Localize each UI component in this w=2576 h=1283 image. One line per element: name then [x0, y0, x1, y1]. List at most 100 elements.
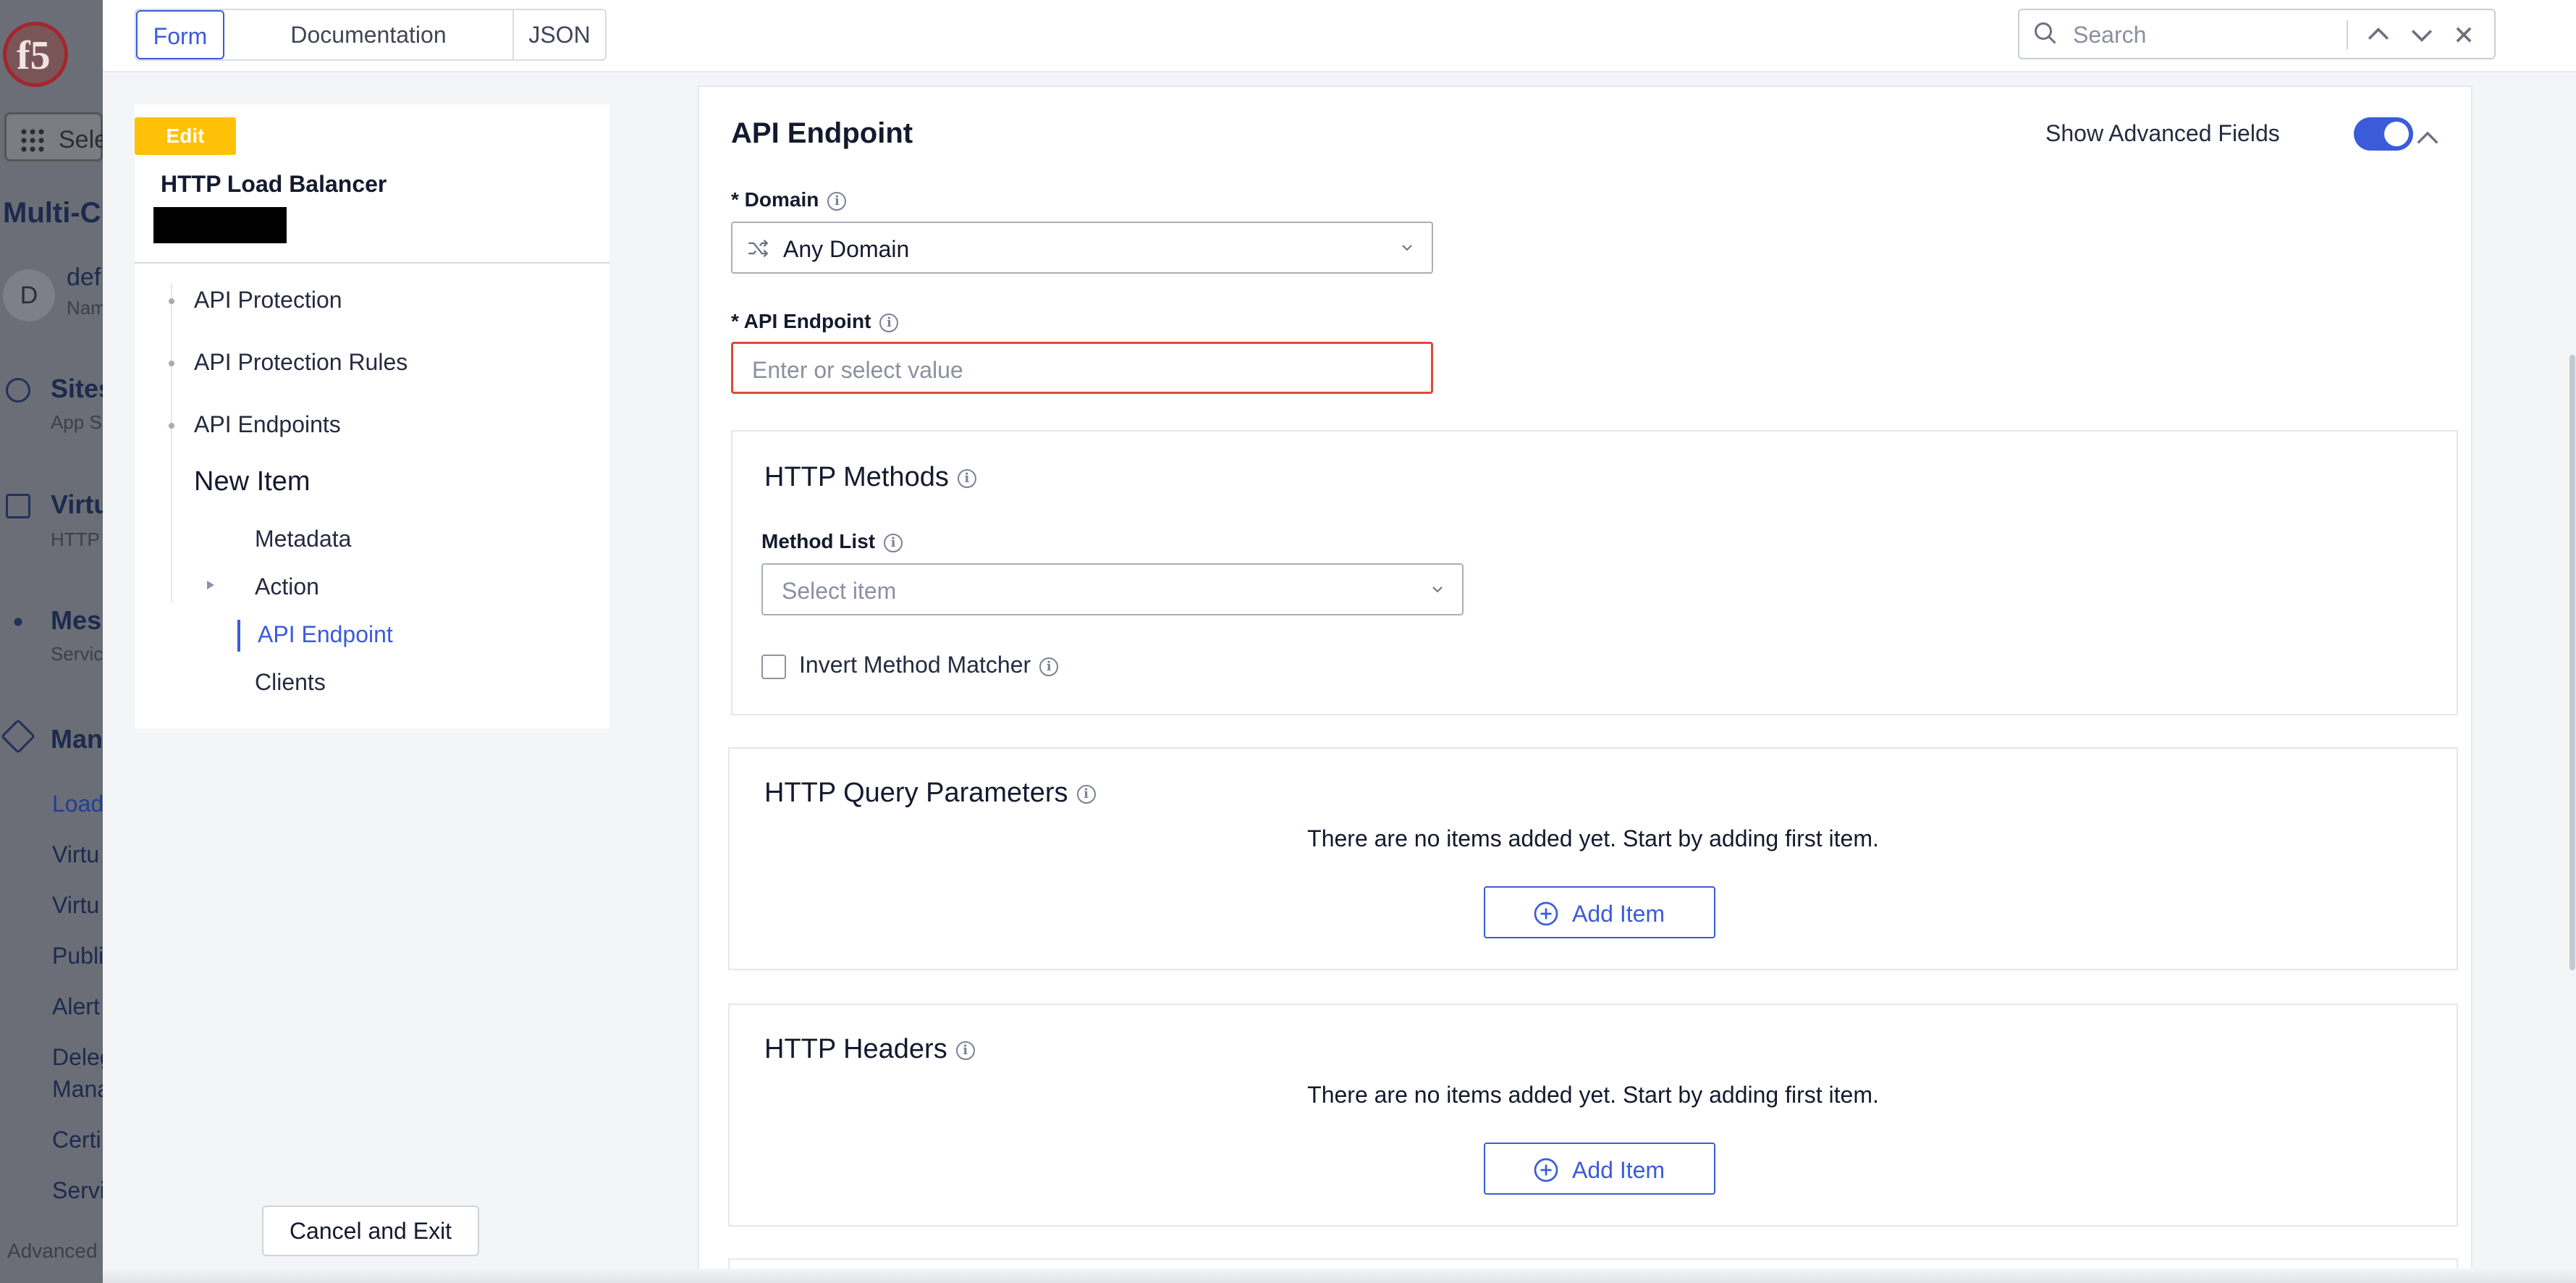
f5-logo: f5: [3, 22, 68, 87]
method-list-label: Method List i: [761, 530, 903, 553]
bg-menu-item: Servi: [52, 1177, 103, 1203]
add-item-label: Add Item: [1572, 901, 1665, 927]
bg-advanced: Advanced: [7, 1240, 98, 1262]
invert-method-checkbox[interactable]: [761, 655, 786, 679]
nav-item-api-endpoints[interactable]: API Endpoints: [194, 411, 341, 438]
query-params-title-text: HTTP Query Parameters: [764, 778, 1068, 808]
grid-icon: [20, 127, 46, 153]
domain-label: * Domain i: [731, 188, 847, 211]
api-endpoint-label: * API Endpoint i: [731, 310, 899, 333]
nav-item-api-protection-rules[interactable]: API Protection Rules: [194, 349, 407, 376]
tab-form[interactable]: Form: [136, 10, 224, 59]
invert-method-label: Invert Method Matcher i: [799, 652, 1059, 678]
nav-subitem-clients[interactable]: Clients: [255, 669, 326, 696]
panel-topbar: Form Documentation JSON Search: [103, 0, 2576, 72]
chevron-down-icon[interactable]: [2406, 19, 2438, 51]
bg-menu-item: Mana: [52, 1076, 103, 1102]
tab-json[interactable]: JSON: [514, 10, 605, 59]
namespace-avatar: D: [3, 269, 55, 321]
nav-item-api-protection[interactable]: API Protection: [194, 287, 342, 314]
nav-subitem-action[interactable]: Action: [255, 573, 319, 600]
scrollbar[interactable]: [2569, 355, 2575, 970]
nav-sites: Sites: [51, 374, 103, 403]
close-icon[interactable]: [2448, 19, 2480, 51]
info-icon[interactable]: i: [1076, 784, 1096, 804]
nav-item-new-item[interactable]: New Item: [194, 466, 310, 497]
api-endpoint-placeholder: Enter or select value: [752, 357, 963, 383]
advanced-fields-label: Show Advanced Fields: [2045, 120, 2280, 146]
info-icon[interactable]: i: [879, 313, 899, 332]
nav-dot: [169, 423, 174, 429]
background-app-sidebar: f5 Sele Multi-C D def Nam Sites App S Vi…: [0, 0, 103, 1283]
expand-arrow-icon: [207, 581, 214, 589]
nav-manage: Man: [51, 724, 103, 754]
tab-documentation[interactable]: Documentation: [224, 10, 514, 59]
plus-circle-icon: [1534, 901, 1558, 926]
api-endpoint-label-text: * API Endpoint: [731, 310, 871, 332]
bg-menu-item: Alert: [52, 993, 100, 1019]
api-endpoint-section: API Endpoint Show Advanced Fields * Doma…: [698, 85, 2472, 1283]
domain-value: Any Domain: [783, 236, 910, 262]
api-endpoint-input[interactable]: Enter or select value: [731, 342, 1433, 394]
chevron-up-icon[interactable]: [2413, 126, 2442, 148]
add-item-label: Add Item: [1572, 1157, 1665, 1183]
form-navigation: Edit HTTP Load Balancer API Protection A…: [135, 104, 609, 728]
mesh-icon: [6, 610, 30, 634]
advanced-fields-toggle[interactable]: [2354, 117, 2413, 151]
http-methods-title: HTTP Methods i: [764, 462, 976, 493]
app-title: Multi-C: [3, 197, 101, 229]
toggle-knob: [2384, 122, 2409, 146]
query-params-title: HTTP Query Parameters i: [764, 778, 1096, 809]
search-input[interactable]: Search: [2073, 22, 2146, 49]
headers-title: HTTP Headers i: [764, 1034, 975, 1065]
invert-method-label-text: Invert Method Matcher: [799, 652, 1031, 678]
nav-mesh-sub: Servic: [51, 643, 103, 665]
namespace-sub: Nam: [67, 297, 103, 319]
headers-empty-text: There are no items added yet. Start by a…: [1307, 1082, 1879, 1108]
add-query-param-button[interactable]: Add Item: [1484, 886, 1715, 938]
search-icon: [2035, 22, 2056, 44]
nav-dot: [169, 298, 174, 304]
info-icon[interactable]: i: [1039, 657, 1059, 676]
bg-menu-item: Certi: [52, 1127, 101, 1153]
nav-tree-line: [171, 284, 172, 602]
shuffle-icon: [748, 239, 769, 258]
nav-dot: [169, 361, 174, 366]
redacted-name: [153, 207, 287, 243]
search-divider: [2347, 20, 2348, 49]
chevron-down-icon: [1432, 586, 1443, 593]
info-icon[interactable]: i: [827, 191, 847, 211]
add-header-button[interactable]: Add Item: [1484, 1143, 1715, 1195]
plus-circle-icon: [1534, 1158, 1558, 1182]
info-icon[interactable]: i: [957, 468, 976, 488]
bg-menu-item: Load: [52, 791, 103, 817]
bg-menu-item: Publi: [52, 943, 103, 969]
nav-virtual-sub: HTTP: [51, 529, 100, 550]
cancel-and-exit-button[interactable]: Cancel and Exit: [262, 1206, 479, 1256]
edit-panel: Form Documentation JSON Search Edit HTTP…: [103, 0, 2576, 1283]
method-list-placeholder: Select item: [782, 578, 897, 604]
chevron-down-icon: [1402, 245, 1412, 251]
workspace-selector: Sele: [4, 112, 103, 161]
nav-subitem-metadata[interactable]: Metadata: [255, 526, 351, 552]
bg-menu-item: Virtu: [52, 892, 100, 918]
sites-icon: [6, 378, 30, 403]
namespace-name: def: [67, 264, 101, 291]
bg-menu-item: Deleg: [52, 1044, 103, 1070]
bg-menu-item: Virtu: [52, 841, 100, 867]
wrench-icon: [0, 718, 36, 754]
info-icon[interactable]: i: [884, 533, 903, 552]
info-icon[interactable]: i: [955, 1040, 975, 1060]
domain-select[interactable]: Any Domain: [731, 222, 1433, 274]
nav-divider: [135, 262, 609, 264]
query-params-empty-text: There are no items added yet. Start by a…: [1307, 825, 1879, 851]
headers-title-text: HTTP Headers: [764, 1034, 947, 1064]
method-list-select[interactable]: Select item: [761, 563, 1464, 615]
search-box[interactable]: Search: [2018, 9, 2496, 59]
http-headers-card: HTTP Headers i There are no items added y…: [728, 1004, 2458, 1227]
chevron-up-icon[interactable]: [2362, 19, 2394, 51]
object-type-title: HTTP Load Balancer: [161, 171, 387, 197]
domain-label-text: * Domain: [731, 188, 819, 211]
bottom-shadow: [103, 1269, 2576, 1283]
nav-subitem-api-endpoint[interactable]: API Endpoint: [258, 621, 393, 648]
